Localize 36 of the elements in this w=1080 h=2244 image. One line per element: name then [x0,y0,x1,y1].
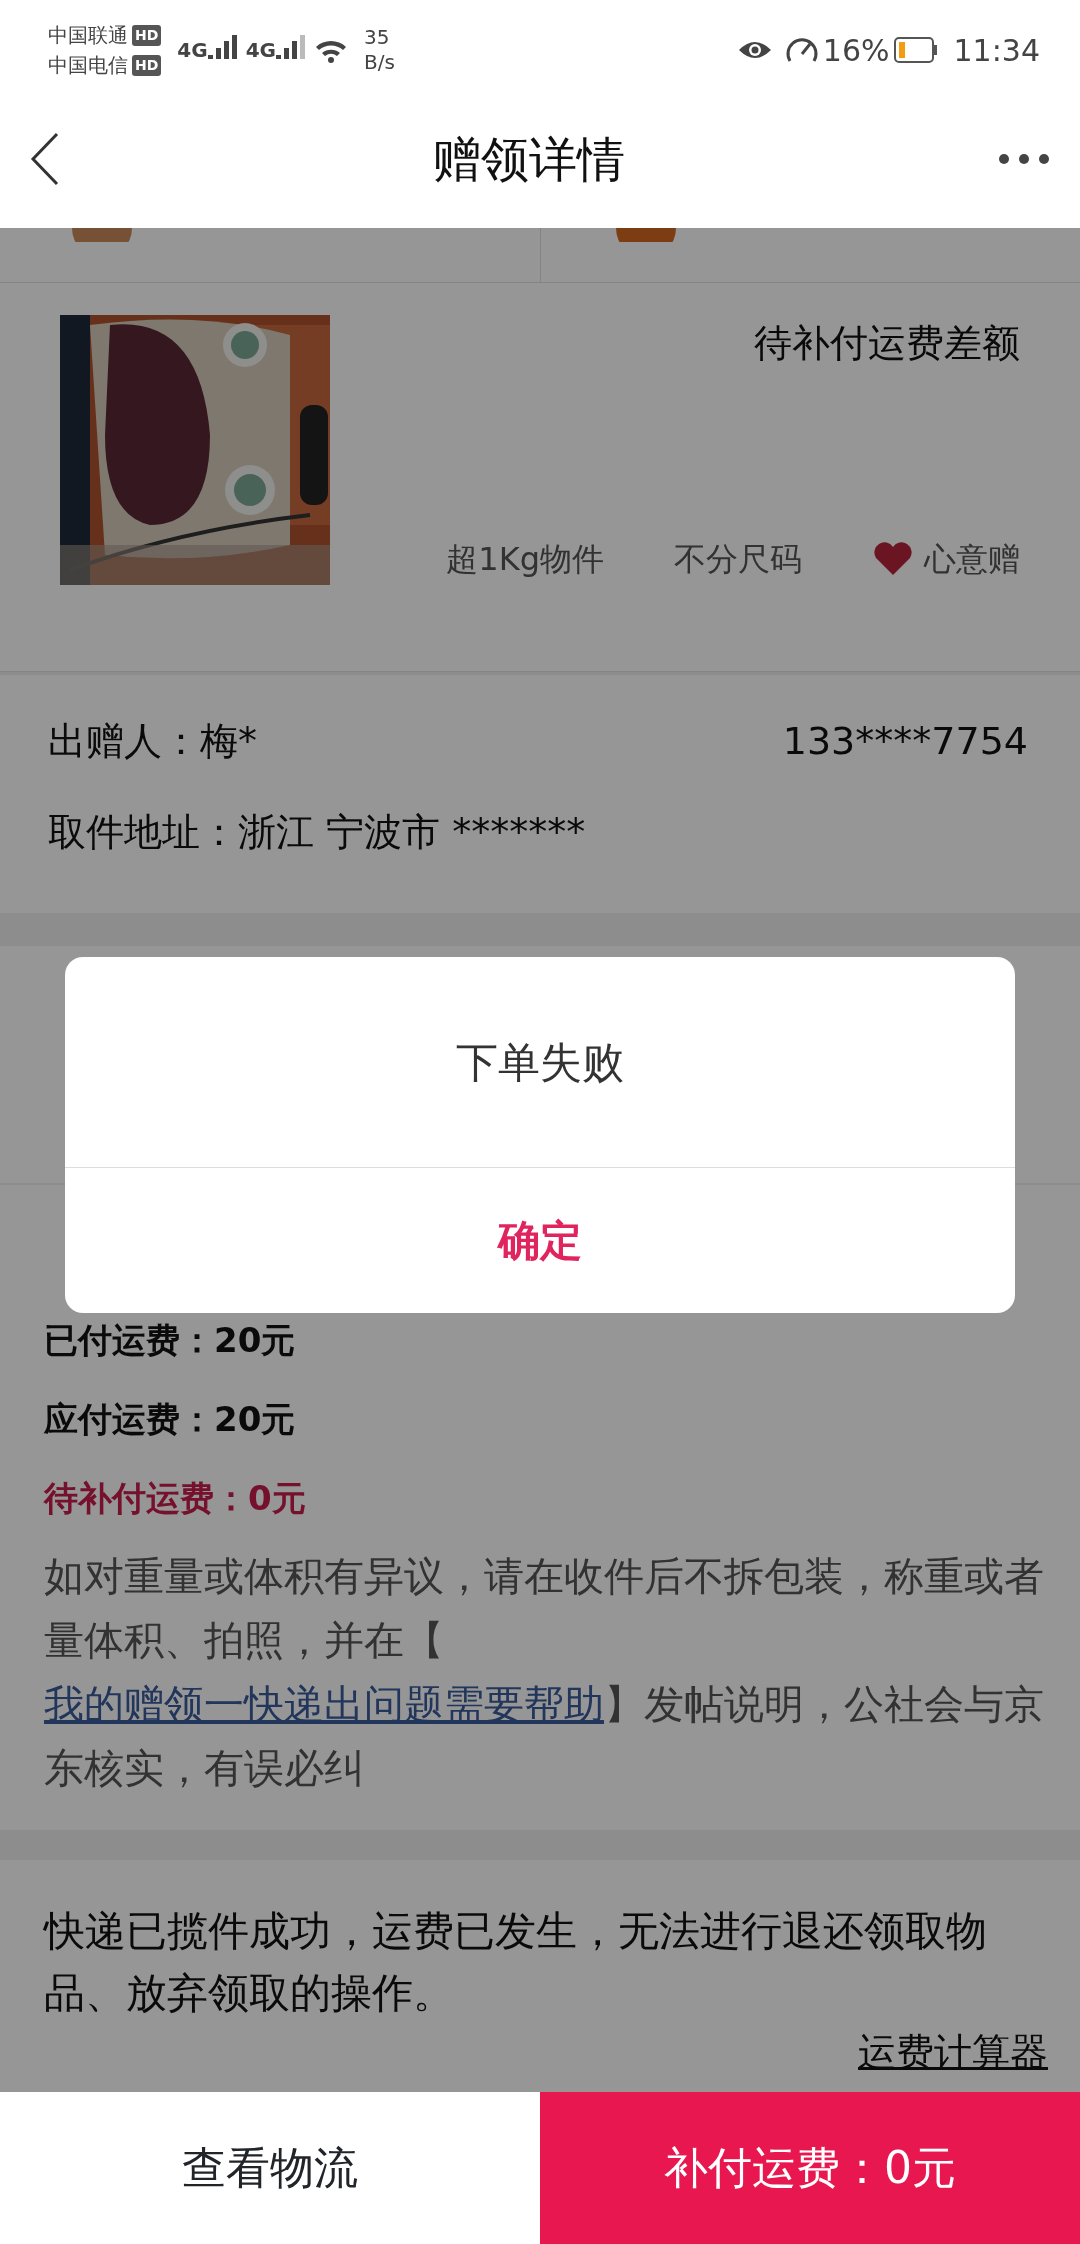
avatar-icon [72,228,132,242]
network-type: 4G [177,37,208,64]
fee-note: 如对重量或体积有异议，请在收件后不拆包装，称重或者量体积、拍照，并在【 我的赠领一快递出问题需要帮助】发帖说明，公社会与京东核实，有误必纠 [44,1552,1044,1793]
back-icon[interactable] [30,132,60,186]
battery-icon [893,37,938,63]
more-icon[interactable] [998,153,1050,165]
network-type: 4G [245,37,277,64]
battery-percent: 16% [822,31,890,70]
dialog-message: 下单失败 [456,1036,624,1089]
donor-phone: 133****7754 [782,718,1028,765]
pending-fee: 待补付运费：0元 [44,1477,307,1520]
pickup-address: 取件地址：浙江 宁波市 ******* [48,809,587,856]
page-title: 赠领详情 [433,130,625,189]
avatar-icon [615,228,676,242]
tag-label: 不分尺码 [674,539,802,580]
notice-text: 快递已揽件成功，运费已发生，无法进行退还领取物品、放弃领取的操作。 [44,1906,988,2019]
status-text: 待补付运费差额 [754,320,1020,367]
hd-badge: HD [132,24,162,46]
clock: 11:34 [953,31,1040,70]
calculator-link[interactable]: 运费计算器 [858,2024,1048,2081]
carrier-name: 中国电信 [48,52,128,79]
donor-name: 出赠人：梅* [48,718,257,765]
confirm-button[interactable]: 确定 [65,1167,1015,1313]
network-speed: B/s [364,50,395,75]
network-speed: 35 [364,25,391,50]
signal-icon [276,35,307,59]
tag-label: 超1Kg物件 [446,539,604,580]
due-fee: 应付运费：20元 [44,1398,297,1441]
pay-button[interactable]: 补付运费：0元 [540,2092,1080,2244]
heart-icon [872,541,914,577]
carrier-name: 中国联通 [48,22,128,49]
signal-icon [207,35,238,59]
tag-label: 心意赠 [924,539,1020,580]
help-link[interactable]: 我的赠领一快递出问题需要帮助 [44,1681,604,1727]
hd-badge: HD [132,54,162,76]
paid-fee: 已付运费：20元 [44,1319,297,1362]
